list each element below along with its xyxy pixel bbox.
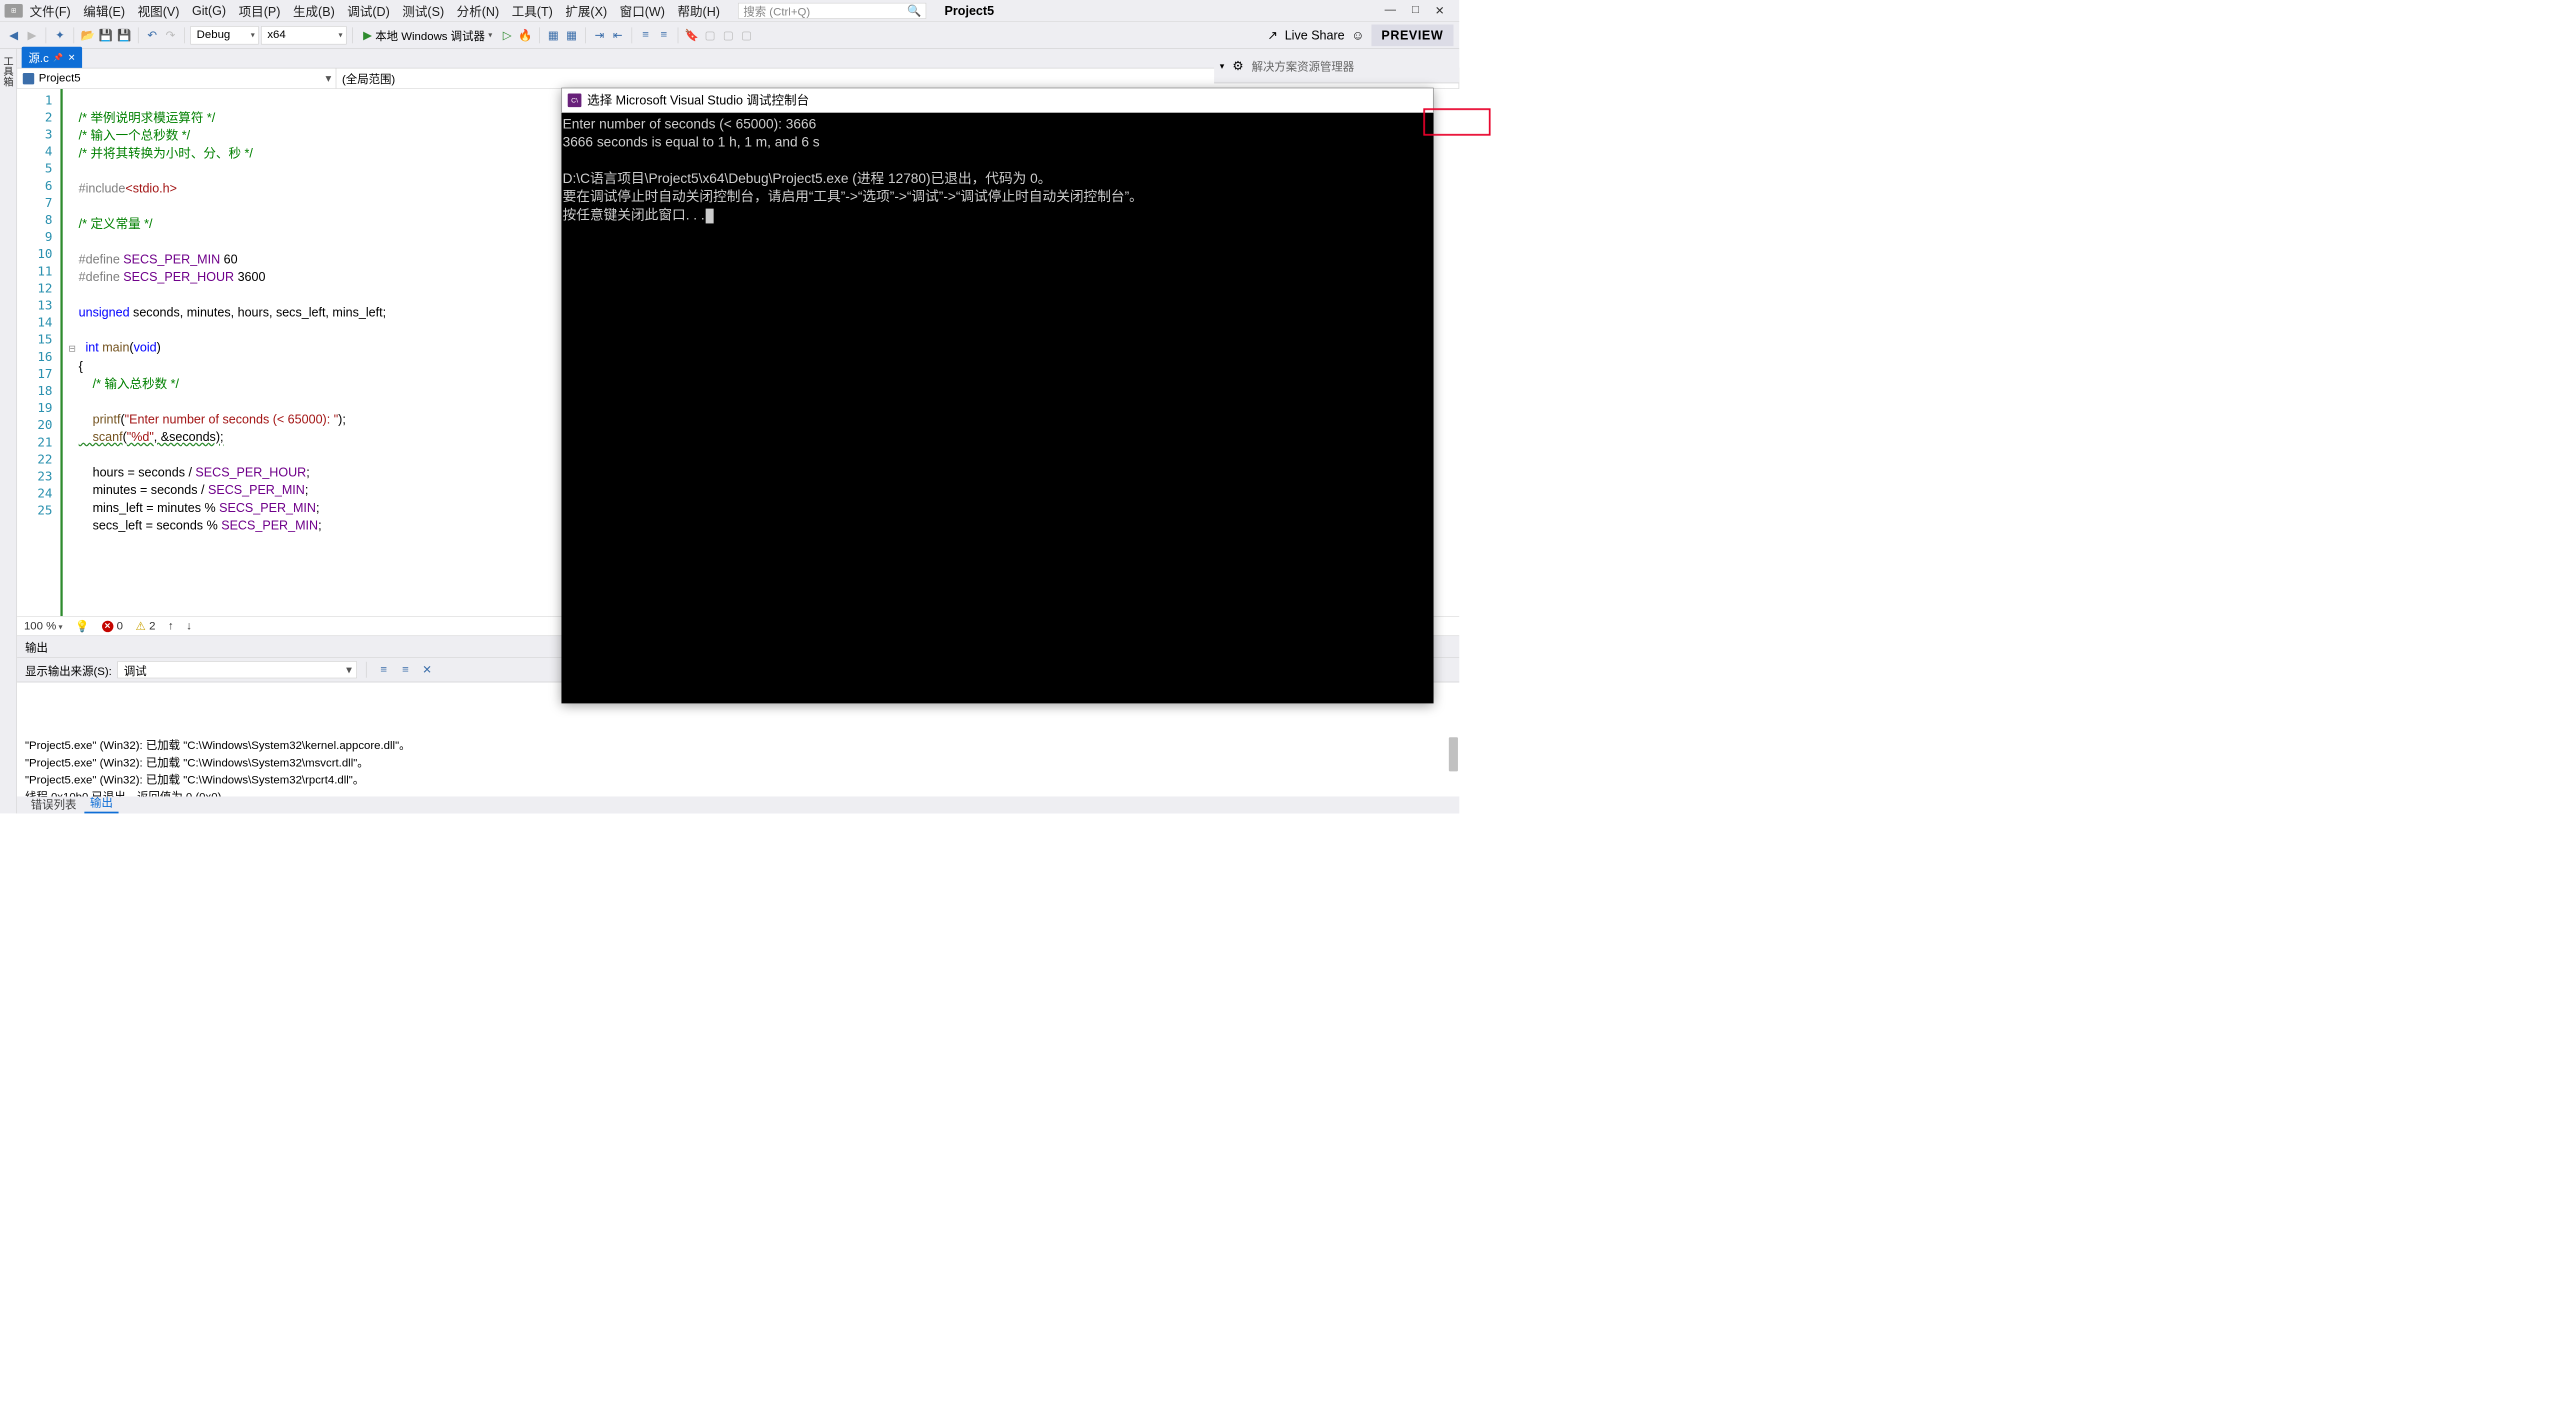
open-file-button[interactable]: 📂 bbox=[80, 27, 96, 43]
start-no-debug-button[interactable]: ▷ bbox=[499, 27, 515, 43]
zoom-combo[interactable]: 100 % bbox=[24, 620, 63, 633]
menu-project[interactable]: 项目(P) bbox=[233, 0, 286, 22]
maximize-button[interactable]: □ bbox=[1412, 3, 1419, 17]
nav-back-button[interactable]: ◀ bbox=[6, 27, 22, 43]
menu-file[interactable]: 文件(F) bbox=[24, 0, 76, 22]
solution-explorer-collapsed[interactable]: ▾ ⚙ 解决方案资源管理器 bbox=[1214, 49, 1459, 83]
menu-edit[interactable]: 编辑(E) bbox=[78, 0, 131, 22]
solution-name: Project5 bbox=[945, 3, 994, 18]
config-combo[interactable]: Debug bbox=[190, 26, 258, 44]
start-debug-button[interactable]: ▶ 本地 Windows 调试器 ▾ bbox=[359, 26, 497, 45]
error-count[interactable]: ✕0 bbox=[102, 620, 123, 633]
tab-source-c[interactable]: 源.c 📌 ✕ bbox=[22, 47, 83, 68]
toolbar-btn-8[interactable]: ▢ bbox=[720, 27, 736, 43]
lightbulb-icon[interactable]: 💡 bbox=[75, 619, 89, 633]
menu-view[interactable]: 视图(V) bbox=[132, 0, 185, 22]
save-button[interactable]: 💾 bbox=[98, 27, 114, 43]
output-scrollbar[interactable] bbox=[1447, 682, 1458, 796]
menu-test[interactable]: 测试(S) bbox=[397, 0, 450, 22]
save-all-button[interactable]: 💾 bbox=[116, 27, 132, 43]
toolbox-side-tab[interactable]: 工具箱 bbox=[0, 49, 17, 813]
toolbar-btn-4[interactable]: ⇤ bbox=[610, 27, 626, 43]
nav-forward-button[interactable]: ▶ bbox=[24, 27, 40, 43]
menu-debug[interactable]: 调试(D) bbox=[342, 0, 396, 22]
nav-project-combo[interactable]: Project5 bbox=[17, 68, 336, 88]
output-tool-1[interactable]: ≡ bbox=[376, 662, 392, 678]
menu-help[interactable]: 帮助(H) bbox=[672, 0, 726, 22]
toolbar-btn-7[interactable]: ▢ bbox=[702, 27, 718, 43]
main-toolbar: ◀ ▶ ✦ 📂 💾 💾 ↶ ↷ Debug x64 ▶ 本地 Windows 调… bbox=[0, 22, 1459, 49]
undo-button[interactable]: ↶ bbox=[144, 27, 160, 43]
preview-badge: PREVIEW bbox=[1371, 24, 1453, 46]
highlight-annotation bbox=[1423, 108, 1490, 135]
menu-tools[interactable]: 工具(T) bbox=[506, 0, 558, 22]
search-placeholder: 搜索 (Ctrl+Q) bbox=[743, 2, 810, 19]
new-item-button[interactable]: ✦ bbox=[52, 27, 68, 43]
menu-window[interactable]: 窗口(W) bbox=[614, 0, 671, 22]
bookmark-button[interactable]: 🔖 bbox=[684, 27, 700, 43]
output-tool-3[interactable]: ✕ bbox=[419, 662, 435, 678]
menu-extensions[interactable]: 扩展(X) bbox=[560, 0, 613, 22]
vs-logo-icon: ⊞ bbox=[5, 4, 23, 18]
toolbar-btn-5[interactable]: ≡ bbox=[638, 27, 654, 43]
warning-count[interactable]: ⚠2 bbox=[135, 619, 155, 633]
console-title-text: 选择 Microsoft Visual Studio 调试控制台 bbox=[587, 91, 809, 109]
global-search-input[interactable]: 搜索 (Ctrl+Q) 🔍 bbox=[738, 3, 926, 19]
toolbar-btn-6[interactable]: ≡ bbox=[656, 27, 672, 43]
output-tool-2[interactable]: ≡ bbox=[397, 662, 413, 678]
toolbar-btn-1[interactable]: ▦ bbox=[545, 27, 561, 43]
debug-console-window[interactable]: C\ 选择 Microsoft Visual Studio 调试控制台 Ente… bbox=[561, 88, 1433, 704]
platform-combo[interactable]: x64 bbox=[261, 26, 347, 44]
console-output: Enter number of seconds (< 65000): 3666 … bbox=[561, 113, 1433, 227]
liveshare-button[interactable]: Live Share bbox=[1285, 28, 1345, 43]
hot-reload-button[interactable]: 🔥 bbox=[517, 27, 533, 43]
feedback-icon[interactable]: ☺ bbox=[1352, 28, 1365, 43]
output-source-label: 显示输出来源(S): bbox=[25, 661, 112, 678]
tab-label: 源.c bbox=[29, 49, 49, 66]
tab-error-list[interactable]: 错误列表 bbox=[25, 793, 82, 813]
toolbar-btn-9[interactable]: ▢ bbox=[739, 27, 755, 43]
console-icon: C\ bbox=[568, 93, 582, 107]
console-titlebar[interactable]: C\ 选择 Microsoft Visual Studio 调试控制台 bbox=[561, 88, 1433, 113]
liveshare-icon: ↗ bbox=[1267, 28, 1278, 43]
line-number-gutter: 1234567891011121314151617181920212223242… bbox=[17, 89, 63, 616]
play-icon: ▶ bbox=[363, 28, 372, 42]
gear-icon: ⚙ bbox=[1232, 58, 1243, 73]
menu-bar: ⊞ 文件(F) 编辑(E) 视图(V) Git(G) 项目(P) 生成(B) 调… bbox=[0, 0, 1459, 22]
bottom-tab-well: 错误列表 输出 bbox=[17, 796, 1459, 813]
cursor-icon bbox=[706, 208, 714, 223]
menu-analyze[interactable]: 分析(N) bbox=[451, 0, 505, 22]
project-icon bbox=[23, 73, 34, 84]
search-icon: 🔍 bbox=[907, 3, 921, 17]
menu-build[interactable]: 生成(B) bbox=[287, 0, 340, 22]
close-tab-icon[interactable]: ✕ bbox=[68, 52, 76, 63]
nav-down-icon[interactable]: ↓ bbox=[186, 620, 192, 633]
pin-icon[interactable]: 📌 bbox=[53, 52, 63, 62]
toolbar-btn-2[interactable]: ▦ bbox=[564, 27, 580, 43]
close-button[interactable]: ✕ bbox=[1435, 3, 1445, 17]
nav-up-icon[interactable]: ↑ bbox=[168, 620, 174, 633]
output-source-combo[interactable]: 调试 bbox=[118, 661, 357, 678]
menu-git[interactable]: Git(G) bbox=[186, 1, 232, 20]
redo-button[interactable]: ↷ bbox=[162, 27, 178, 43]
minimize-button[interactable]: — bbox=[1385, 3, 1396, 17]
toolbar-btn-3[interactable]: ⇥ bbox=[591, 27, 607, 43]
